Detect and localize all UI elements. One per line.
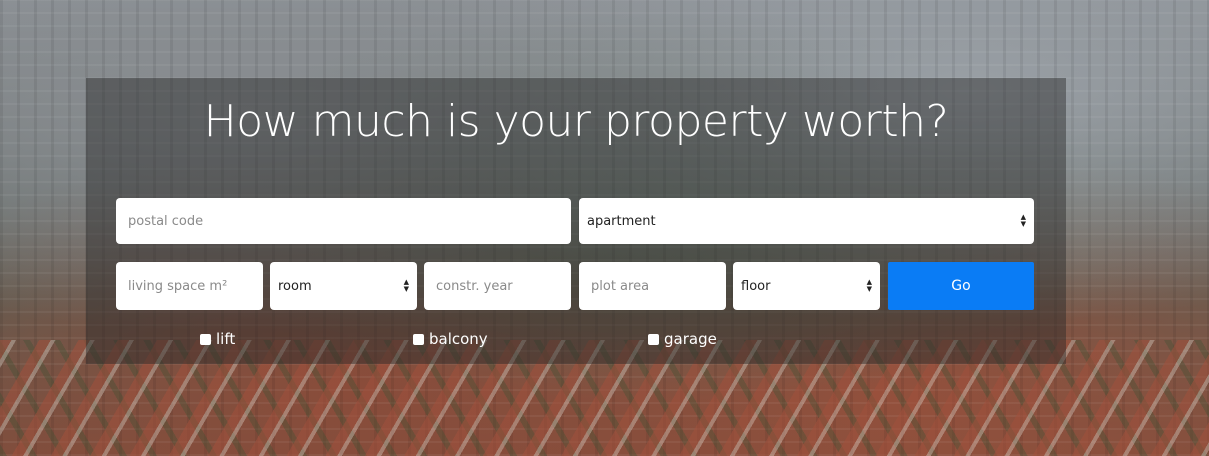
page-title: How much is your property worth? [203,96,949,147]
up-down-chevron-icon: ▲ ▼ [1020,213,1026,228]
postal-code-input[interactable] [116,198,571,244]
up-down-chevron-icon: ▲ ▼ [403,278,409,293]
garage-label: garage [664,330,717,348]
checkbox-icon[interactable] [413,333,424,345]
floor-select[interactable]: floor ▲ ▼ [733,262,880,310]
lift-checkbox[interactable]: lift [200,330,235,348]
living-space-input[interactable] [116,262,263,310]
lift-label: lift [216,330,236,348]
property-type-value: apartment [587,213,656,229]
room-value: room [278,278,312,294]
balcony-label: balcony [429,330,488,348]
plot-area-input[interactable] [579,262,726,310]
garage-checkbox[interactable]: garage [648,330,717,348]
property-type-select[interactable]: apartment ▲ ▼ [579,198,1034,244]
go-button[interactable]: Go [888,262,1034,310]
checkbox-icon[interactable] [200,333,211,345]
balcony-checkbox[interactable]: balcony [413,330,488,348]
room-select[interactable]: room ▲ ▼ [270,262,417,310]
up-down-chevron-icon: ▲ ▼ [866,278,872,293]
checkbox-icon[interactable] [648,333,659,345]
construction-year-input[interactable] [424,262,571,310]
floor-value: floor [741,278,771,294]
